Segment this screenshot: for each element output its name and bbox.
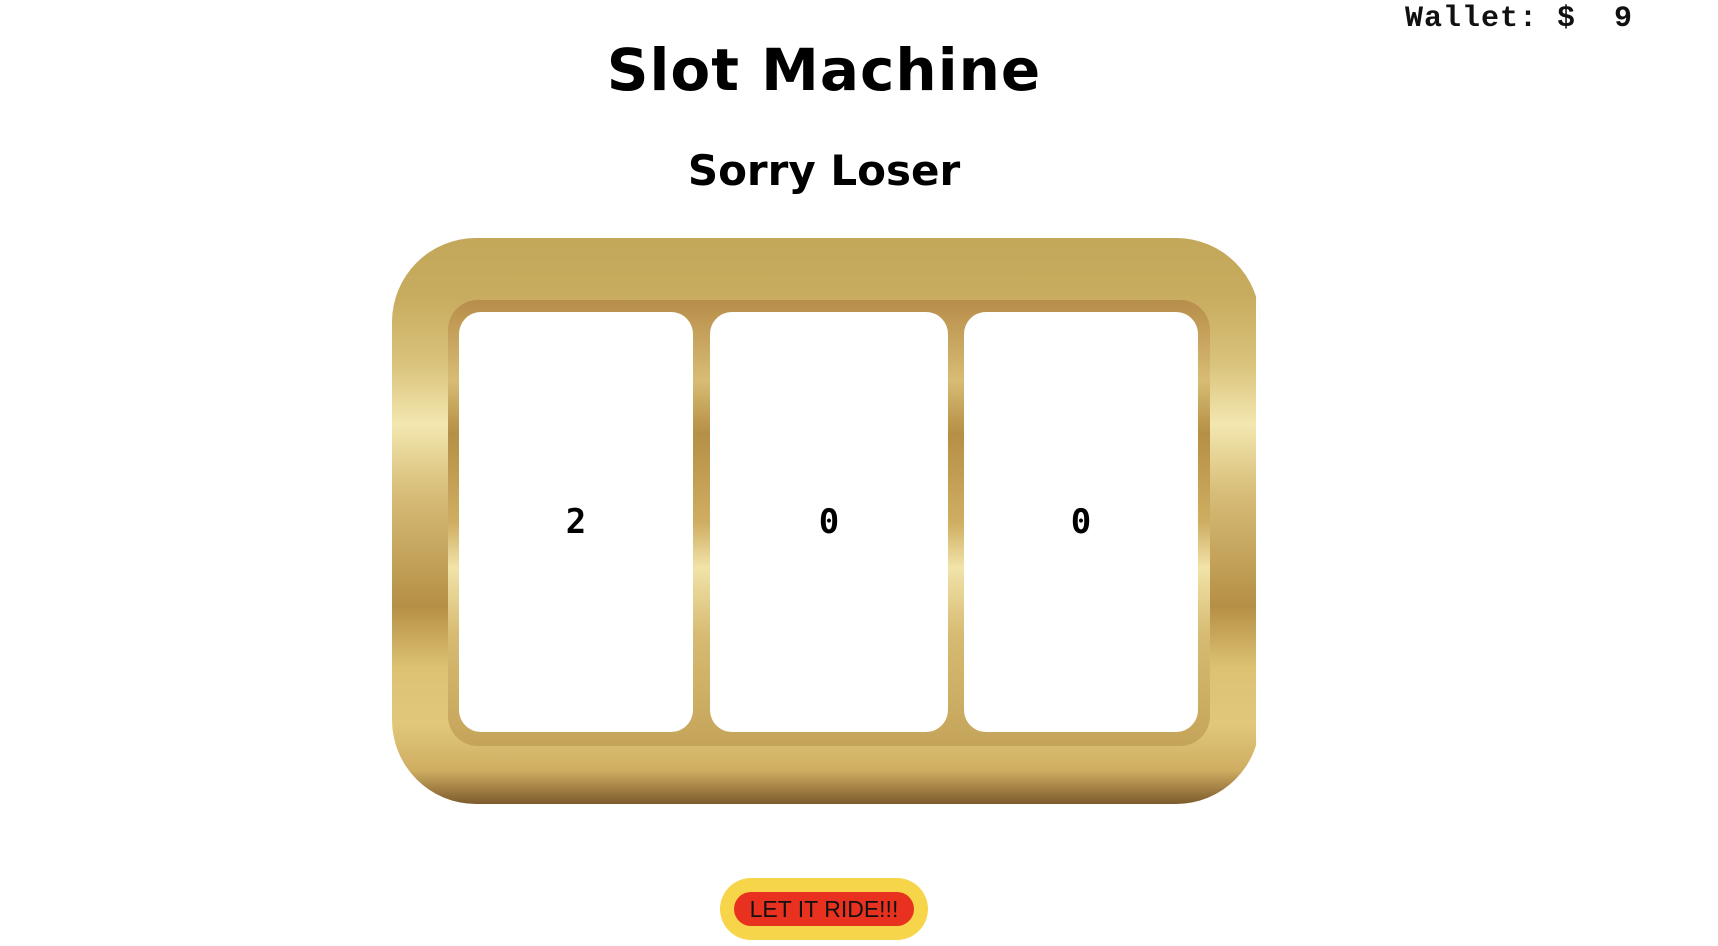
result-status: Sorry Loser [687, 146, 961, 195]
reel-2-value: 0 [818, 502, 840, 542]
reel-window: 2 0 0 [448, 300, 1210, 746]
reel-1-value: 2 [565, 502, 587, 542]
wallet-balance: Wallet: $ 9 [1405, 2, 1634, 36]
reel-3-value: 0 [1070, 502, 1092, 542]
slot-machine-frame: 2 0 0 [392, 238, 1260, 804]
reel-3: 0 [964, 312, 1198, 732]
page-title: Slot Machine [606, 36, 1042, 104]
reel-2: 0 [710, 312, 948, 732]
reel-1: 2 [459, 312, 693, 732]
slot-machine-page: Wallet: $ 9 Slot Machine Sorry Loser 2 0… [0, 0, 1718, 946]
spin-button-label[interactable]: LET IT RIDE!!! [734, 892, 914, 926]
spin-button[interactable]: LET IT RIDE!!! [720, 878, 928, 940]
